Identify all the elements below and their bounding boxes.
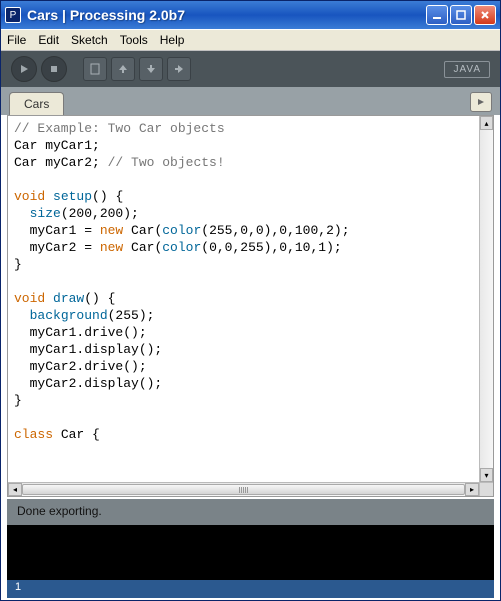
code-comment: // Two objects! bbox=[108, 155, 225, 170]
code-function: draw bbox=[53, 291, 84, 306]
footer-bar: 1 bbox=[7, 580, 494, 598]
titlebar[interactable]: P Cars | Processing 2.0b7 bbox=[1, 1, 500, 29]
export-button[interactable] bbox=[167, 57, 191, 81]
window-title: Cars | Processing 2.0b7 bbox=[27, 7, 426, 23]
run-button[interactable] bbox=[11, 56, 37, 82]
scroll-up-button[interactable]: ▴ bbox=[480, 116, 493, 130]
menu-file[interactable]: File bbox=[7, 33, 26, 47]
horizontal-scrollbar[interactable]: ◂ ▸ bbox=[8, 482, 479, 496]
menu-help[interactable]: Help bbox=[160, 33, 185, 47]
code-function: setup bbox=[53, 189, 92, 204]
window-controls bbox=[426, 5, 496, 25]
status-bar: Done exporting. bbox=[7, 499, 494, 525]
code-function: size bbox=[30, 206, 61, 221]
status-text: Done exporting. bbox=[17, 504, 102, 518]
save-button[interactable] bbox=[139, 57, 163, 81]
code-function: background bbox=[30, 308, 108, 323]
code-keyword: new bbox=[100, 223, 123, 238]
scroll-down-button[interactable]: ▾ bbox=[480, 468, 493, 482]
code-keyword: new bbox=[100, 240, 123, 255]
app-icon: P bbox=[5, 7, 21, 23]
scroll-right-button[interactable]: ▸ bbox=[465, 483, 479, 496]
menu-tools[interactable]: Tools bbox=[120, 33, 148, 47]
minimize-button[interactable] bbox=[426, 5, 448, 25]
maximize-button[interactable] bbox=[450, 5, 472, 25]
code-text: Car myCar2; bbox=[14, 155, 108, 170]
vertical-scrollbar[interactable]: ▴ ▾ bbox=[479, 116, 493, 482]
line-number: 1 bbox=[15, 581, 21, 593]
scroll-corner bbox=[479, 482, 493, 496]
new-button[interactable] bbox=[83, 57, 107, 81]
code-function: color bbox=[162, 240, 201, 255]
mode-selector[interactable]: JAVA bbox=[444, 61, 490, 78]
scroll-track[interactable] bbox=[22, 483, 465, 496]
menu-sketch[interactable]: Sketch bbox=[71, 33, 108, 47]
code-keyword: void bbox=[14, 189, 45, 204]
scroll-left-button[interactable]: ◂ bbox=[8, 483, 22, 496]
close-button[interactable] bbox=[474, 5, 496, 25]
code-function: color bbox=[162, 223, 201, 238]
editor-area: // Example: Two Car objects Car myCar1; … bbox=[7, 115, 494, 497]
scroll-thumb[interactable] bbox=[22, 484, 465, 495]
open-button[interactable] bbox=[111, 57, 135, 81]
menu-edit[interactable]: Edit bbox=[38, 33, 59, 47]
menubar: File Edit Sketch Tools Help bbox=[1, 29, 500, 51]
toolbar: JAVA bbox=[1, 51, 500, 87]
code-text: Car myCar1; bbox=[14, 138, 100, 153]
stop-button[interactable] bbox=[41, 56, 67, 82]
code-editor[interactable]: // Example: Two Car objects Car myCar1; … bbox=[10, 118, 479, 482]
console[interactable] bbox=[7, 525, 494, 580]
code-keyword: class bbox=[14, 427, 53, 442]
code-comment: // Example: Two Car objects bbox=[14, 121, 225, 136]
tab-cars[interactable]: Cars bbox=[9, 92, 64, 115]
tab-row: Cars bbox=[1, 87, 500, 115]
code-keyword: void bbox=[14, 291, 45, 306]
app-window: P Cars | Processing 2.0b7 File Edit Sket… bbox=[0, 0, 501, 601]
tab-menu-button[interactable] bbox=[470, 92, 492, 112]
